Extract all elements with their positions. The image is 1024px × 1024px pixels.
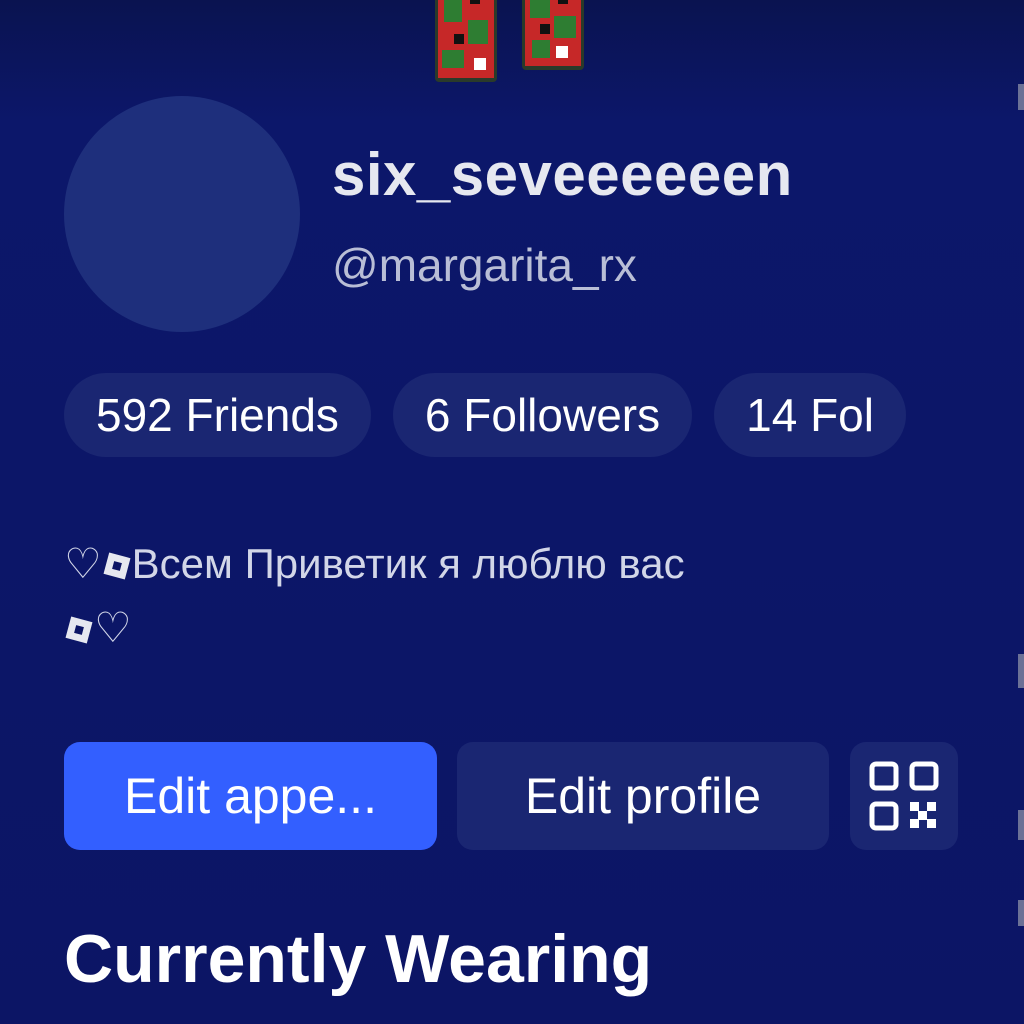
followers-count-button[interactable]: 6 Followers	[392, 373, 693, 457]
edit-profile-button[interactable]: Edit profile	[457, 742, 829, 850]
display-name: six_seveeeeeen	[332, 141, 793, 208]
scroll-edge-mark	[1018, 84, 1024, 110]
scroll-edge-mark	[1018, 654, 1024, 688]
heart-symbol: ♡	[64, 540, 102, 587]
roblox-logo-icon	[103, 552, 131, 580]
username: @margarita_rx	[332, 239, 637, 291]
edit-appearance-button[interactable]: Edit appe...	[64, 742, 437, 850]
scroll-edge-mark	[1018, 900, 1024, 926]
following-count-button[interactable]: 14 Fol	[714, 373, 906, 457]
bio: ♡ Всем Приветик я люблю вас ♡	[64, 532, 964, 660]
avatar-preview-image	[435, 0, 584, 82]
roblox-logo-icon	[65, 616, 93, 644]
heart-symbol: ♡	[94, 604, 132, 651]
qr-code-icon	[869, 761, 939, 831]
currently-wearing-heading: Currently Wearing	[64, 921, 653, 997]
bio-text: Всем Приветик я люблю вас	[131, 540, 685, 587]
stats-row: 592 Friends 6 Followers 14 Fol	[64, 373, 906, 457]
friends-count-button[interactable]: 592 Friends	[64, 373, 371, 457]
profile-screen: six_seveeeeeen @margarita_rx 592 Friends…	[0, 0, 1024, 1024]
avatar[interactable]	[64, 96, 300, 332]
qr-code-button[interactable]	[850, 742, 958, 850]
scroll-edge-mark	[1018, 810, 1024, 840]
